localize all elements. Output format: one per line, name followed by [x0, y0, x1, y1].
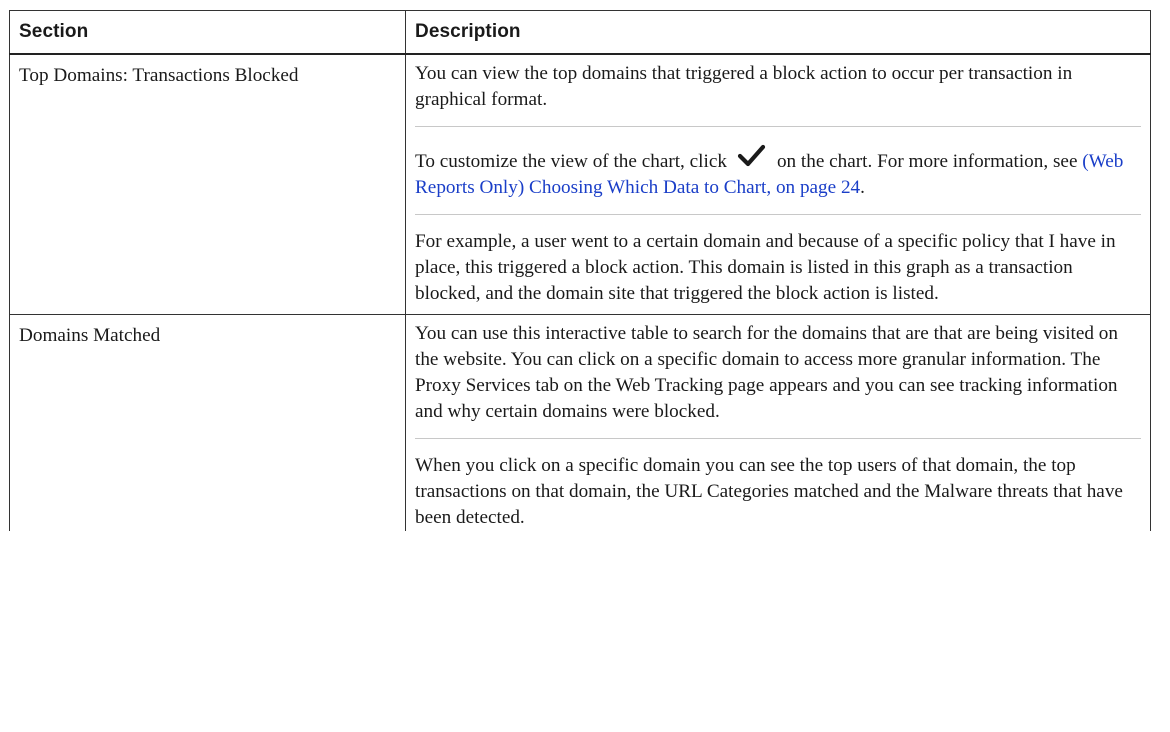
section-cell-domains-matched: Domains Matched — [9, 314, 406, 531]
section-column-header: Section — [9, 10, 406, 55]
paragraph-text: . — [860, 177, 865, 198]
paragraph-text: on the chart. For more information, see — [776, 151, 1078, 172]
description-paragraph: You can view the top domains that trigge… — [415, 63, 1073, 110]
section-cell-top-domains: Top Domains: Transactions Blocked — [9, 53, 406, 315]
description-paragraph: When you click on a specific domain you … — [415, 438, 1141, 531]
description-table: Section Description Top Domains: Transac… — [9, 10, 1151, 531]
description-paragraph: You can use this interactive table to se… — [415, 323, 1118, 422]
description-column-header: Description — [405, 10, 1151, 55]
header-row: Section Description — [9, 10, 1151, 55]
paragraph-text: To customize the view of the chart, clic… — [415, 151, 727, 172]
table-row: Top Domains: Transactions Blocked You ca… — [9, 53, 1151, 315]
description-paragraph: For example, a user went to a certain do… — [415, 214, 1141, 314]
checkmark-icon — [731, 141, 771, 171]
description-paragraph: To customize the view of the chart, clic… — [415, 126, 1141, 201]
table-row: Domains Matched You can use this interac… — [9, 314, 1151, 531]
description-cell-domains-matched: You can use this interactive table to se… — [405, 314, 1151, 531]
description-cell-top-domains: You can view the top domains that trigge… — [405, 53, 1151, 315]
